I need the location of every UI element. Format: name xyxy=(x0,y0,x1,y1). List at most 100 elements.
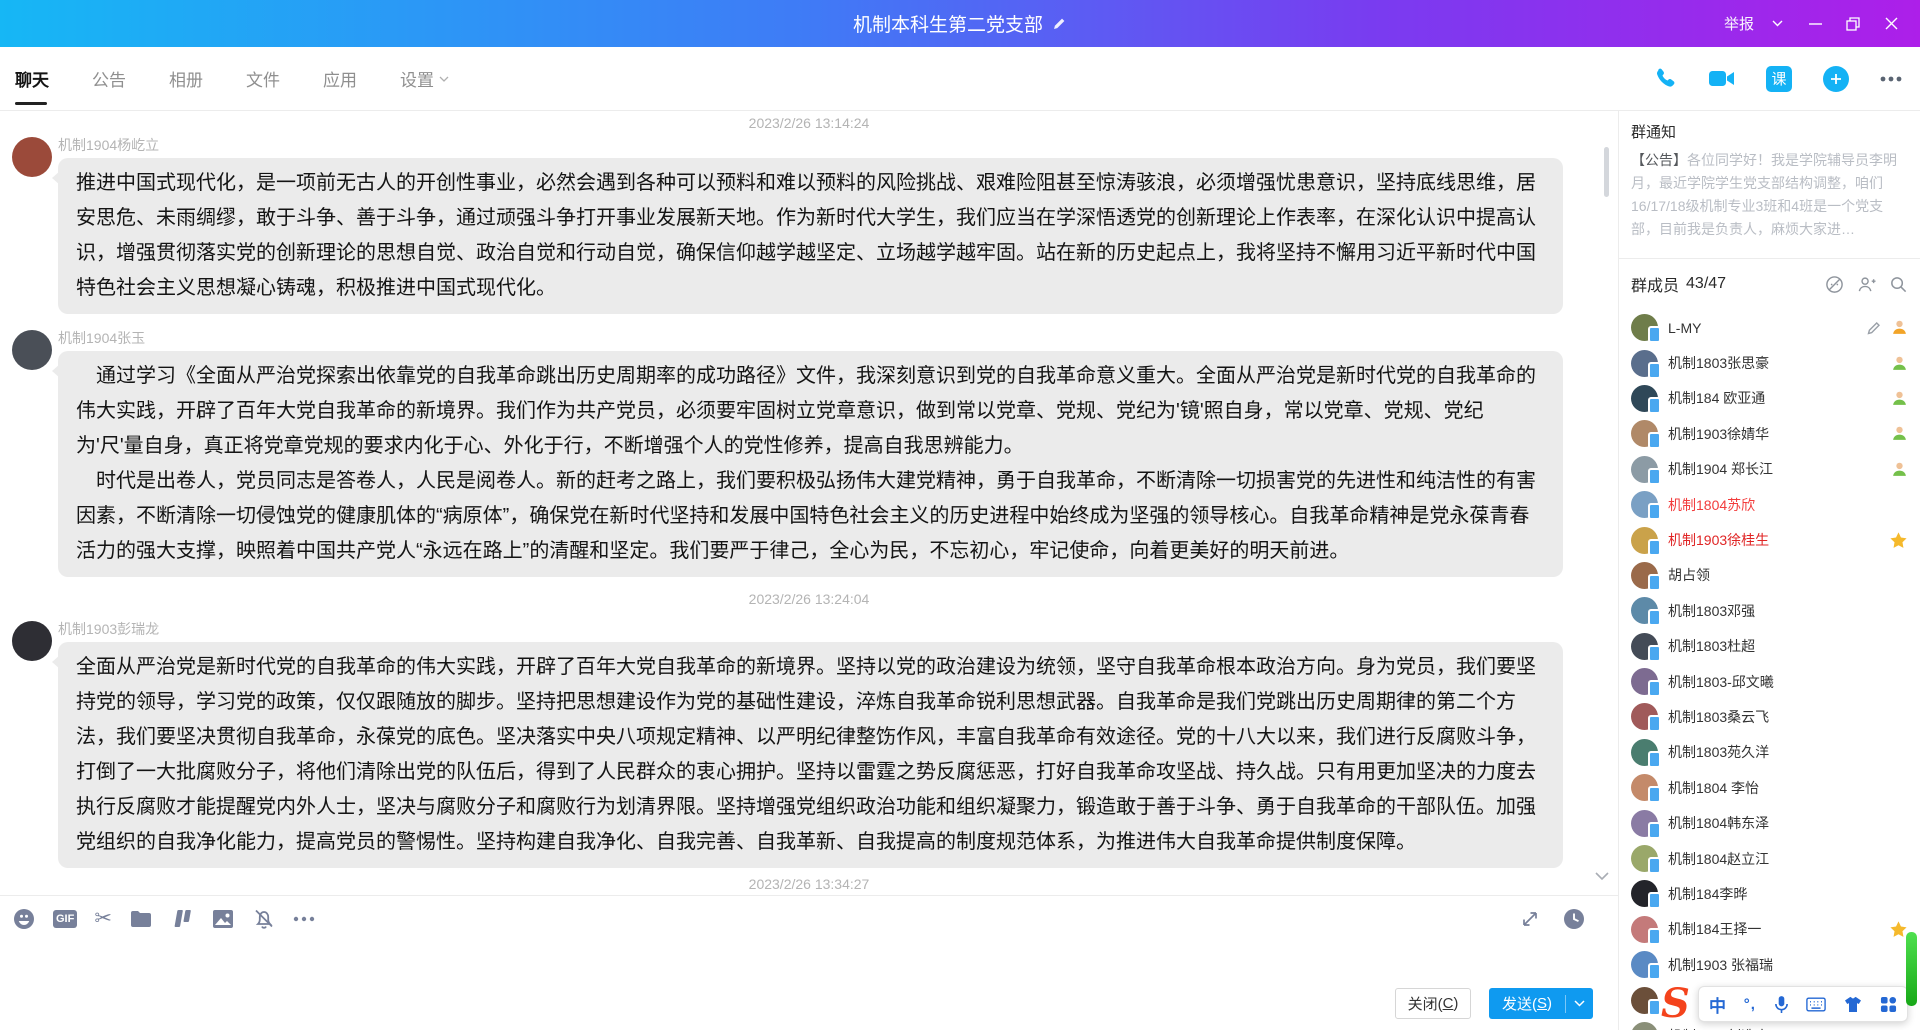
member-row[interactable]: 机制1804韩东泽 xyxy=(1619,805,1920,840)
image-icon[interactable] xyxy=(211,907,235,931)
member-row[interactable]: 机制1803桑云飞 xyxy=(1619,699,1920,734)
sender-name: 机制1903彭瑞龙 xyxy=(58,619,1618,639)
avatar[interactable] xyxy=(12,621,52,661)
member-row[interactable]: 机制1803邓强 xyxy=(1619,593,1920,628)
tab-announcement[interactable]: 公告 xyxy=(92,47,126,110)
member-status-icon xyxy=(1891,355,1908,372)
member-avatar xyxy=(1631,1022,1658,1030)
gif-icon[interactable]: GIF xyxy=(53,910,77,928)
more-icon[interactable] xyxy=(1880,76,1902,82)
tab-settings[interactable]: 设置 xyxy=(400,47,449,110)
member-name: 机制1903徐婧华 xyxy=(1668,424,1891,444)
member-name: 机制1803桑云飞 xyxy=(1668,707,1908,727)
bell-mute-icon[interactable] xyxy=(252,907,276,931)
mobile-online-badge xyxy=(1648,680,1661,697)
mobile-online-badge xyxy=(1648,999,1661,1016)
minimize-button[interactable] xyxy=(1802,11,1828,37)
special-care-star-icon xyxy=(1889,531,1908,550)
member-row[interactable]: 机制184王择一 xyxy=(1619,912,1920,947)
send-button[interactable]: 发送(S) xyxy=(1489,988,1593,1019)
member-row[interactable]: 机制1803-邱文曦 xyxy=(1619,664,1920,699)
chat-scrollbar-thumb[interactable] xyxy=(1604,147,1609,197)
mobile-online-badge xyxy=(1648,468,1661,485)
member-name: 机制1903刘造宁 xyxy=(1668,1026,1908,1030)
voice-call-icon[interactable] xyxy=(1652,66,1677,91)
member-row[interactable]: 机制1903 张福瑞 xyxy=(1619,947,1920,982)
member-row[interactable]: 机制184李晔 xyxy=(1619,876,1920,911)
member-avatar xyxy=(1631,916,1658,943)
ime-punctuation-toggle[interactable]: °, xyxy=(1744,996,1756,1013)
tab-album[interactable]: 相册 xyxy=(169,47,203,110)
member-name: 机制1803邓强 xyxy=(1668,601,1908,621)
member-avatar xyxy=(1631,810,1658,837)
member-name: L-MY xyxy=(1668,320,1866,336)
send-options-chevron-icon[interactable] xyxy=(1566,988,1593,1019)
mobile-online-badge xyxy=(1648,751,1661,768)
avatar[interactable] xyxy=(12,330,52,370)
file-folder-icon[interactable] xyxy=(129,907,153,931)
timestamp: 2023/2/26 13:24:04 xyxy=(0,591,1618,609)
mobile-online-badge xyxy=(1648,822,1661,839)
member-name: 机制1804韩东泽 xyxy=(1668,813,1908,833)
composer-divider xyxy=(0,895,1618,896)
sender-name: 机制1904张玉 xyxy=(58,328,1618,348)
close-button[interactable] xyxy=(1878,11,1904,37)
group-notice[interactable]: 群通知 【公告】各位同学好！我是学院辅导员李明月，最近学院学生党支部结构调整，咱… xyxy=(1631,121,1910,241)
scroll-to-bottom-icon[interactable] xyxy=(1594,871,1610,881)
ime-microphone-icon[interactable] xyxy=(1774,995,1789,1014)
message: 机制1903彭瑞龙 全面从严治党是新时代党的自我革命的伟大实践，开辟了百年大党自… xyxy=(0,619,1618,868)
restore-button[interactable] xyxy=(1840,11,1866,37)
more-tools-icon[interactable] xyxy=(293,916,315,922)
member-row[interactable]: 机制1803张思豪 xyxy=(1619,345,1920,380)
invite-member-icon[interactable] xyxy=(1857,275,1876,294)
ime-keyboard-icon[interactable] xyxy=(1806,997,1826,1012)
add-icon[interactable] xyxy=(1823,66,1849,92)
close-chat-button[interactable]: 关闭(C) xyxy=(1395,988,1471,1019)
ime-toolbox-icon[interactable] xyxy=(1880,996,1897,1013)
edit-nickname-icon[interactable] xyxy=(1866,320,1882,336)
member-row[interactable]: 机制1903徐婧华 xyxy=(1619,416,1920,451)
chevron-down-icon xyxy=(439,76,449,82)
tab-apps[interactable]: 应用 xyxy=(323,47,357,110)
send-button-label[interactable]: 发送(S) xyxy=(1489,988,1565,1019)
titlebar-chevron-down-icon[interactable] xyxy=(1764,11,1790,37)
message-bubble: 全面从严治党是新时代党的自我革命的伟大实践，开辟了百年大党自我革命的新境界。坚持… xyxy=(58,642,1563,868)
member-list: L-MY 机制1803张思豪机制184 欧亚通机制1903徐婧华机制1904 郑长… xyxy=(1619,310,1920,1030)
video-call-icon[interactable] xyxy=(1708,68,1735,89)
member-row[interactable]: 机制1804赵立江 xyxy=(1619,841,1920,876)
member-avatar xyxy=(1631,668,1658,695)
member-row[interactable]: 机制1804苏欣 xyxy=(1619,487,1920,522)
member-avatar xyxy=(1631,987,1658,1014)
chat-history-icon[interactable] xyxy=(1562,907,1586,931)
member-row[interactable]: 机制1803杜超 xyxy=(1619,629,1920,664)
expand-editor-icon[interactable] xyxy=(1520,909,1540,929)
ime-skin-icon[interactable] xyxy=(1844,996,1862,1012)
member-avatar xyxy=(1631,633,1658,660)
member-row[interactable]: 机制1903徐桂生 xyxy=(1619,522,1920,557)
tab-chat[interactable]: 聊天 xyxy=(15,47,49,110)
member-row[interactable]: 机制1904 郑长江 xyxy=(1619,452,1920,487)
edit-title-icon[interactable] xyxy=(1052,16,1067,31)
anonymous-chat-icon[interactable] xyxy=(1825,275,1844,294)
sogou-logo[interactable]: S xyxy=(1661,980,1690,1027)
screenshot-icon[interactable]: ✂ xyxy=(94,907,112,931)
member-row[interactable]: L-MY xyxy=(1619,310,1920,345)
message-bubble: 推进中国式现代化，是一项前无古人的开创性事业，必然会遇到各种可以预料和难以预料的… xyxy=(58,158,1563,314)
course-icon[interactable]: 课 xyxy=(1766,66,1792,92)
mobile-online-badge xyxy=(1648,397,1661,414)
sidebar: 群通知 【公告】各位同学好！我是学院辅导员李明月，最近学院学生党支部结构调整，咱… xyxy=(1619,111,1920,1030)
edge-scrollbar-thumb[interactable] xyxy=(1906,932,1917,1006)
member-row[interactable]: 机制184 欧亚通 xyxy=(1619,381,1920,416)
report-button[interactable]: 举报 xyxy=(1724,13,1754,34)
emoji-icon[interactable] xyxy=(12,907,36,931)
member-row[interactable]: 胡占领 xyxy=(1619,558,1920,593)
ime-language-mode[interactable]: 中 xyxy=(1709,992,1726,1017)
tab-files[interactable]: 文件 xyxy=(246,47,280,110)
shake-window-icon[interactable] xyxy=(170,907,194,931)
member-row[interactable]: 机制1804 李怡 xyxy=(1619,770,1920,805)
member-status-icon xyxy=(1891,461,1908,478)
avatar[interactable] xyxy=(12,137,52,177)
search-member-icon[interactable] xyxy=(1889,275,1908,294)
member-name: 机制1903 张福瑞 xyxy=(1668,955,1908,975)
member-row[interactable]: 机制1803苑久洋 xyxy=(1619,735,1920,770)
